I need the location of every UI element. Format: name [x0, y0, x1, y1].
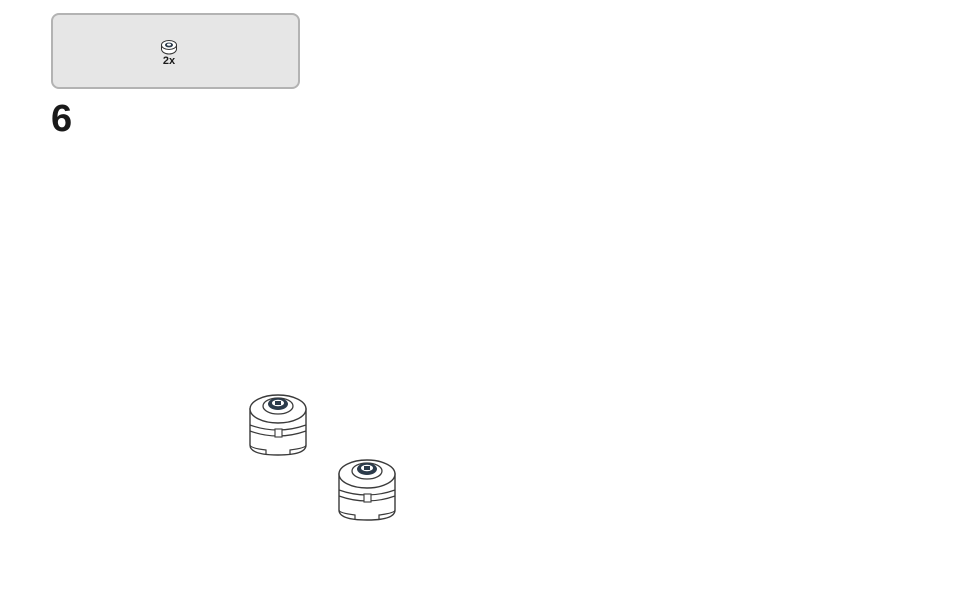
round-brick-icon — [161, 40, 177, 55]
parts-list-callout: 2x — [51, 13, 300, 89]
step-number: 6 — [51, 98, 73, 140]
round-brick-icon — [249, 394, 307, 456]
part-quantity: 2x — [162, 55, 176, 67]
round-brick-icon — [338, 459, 396, 521]
